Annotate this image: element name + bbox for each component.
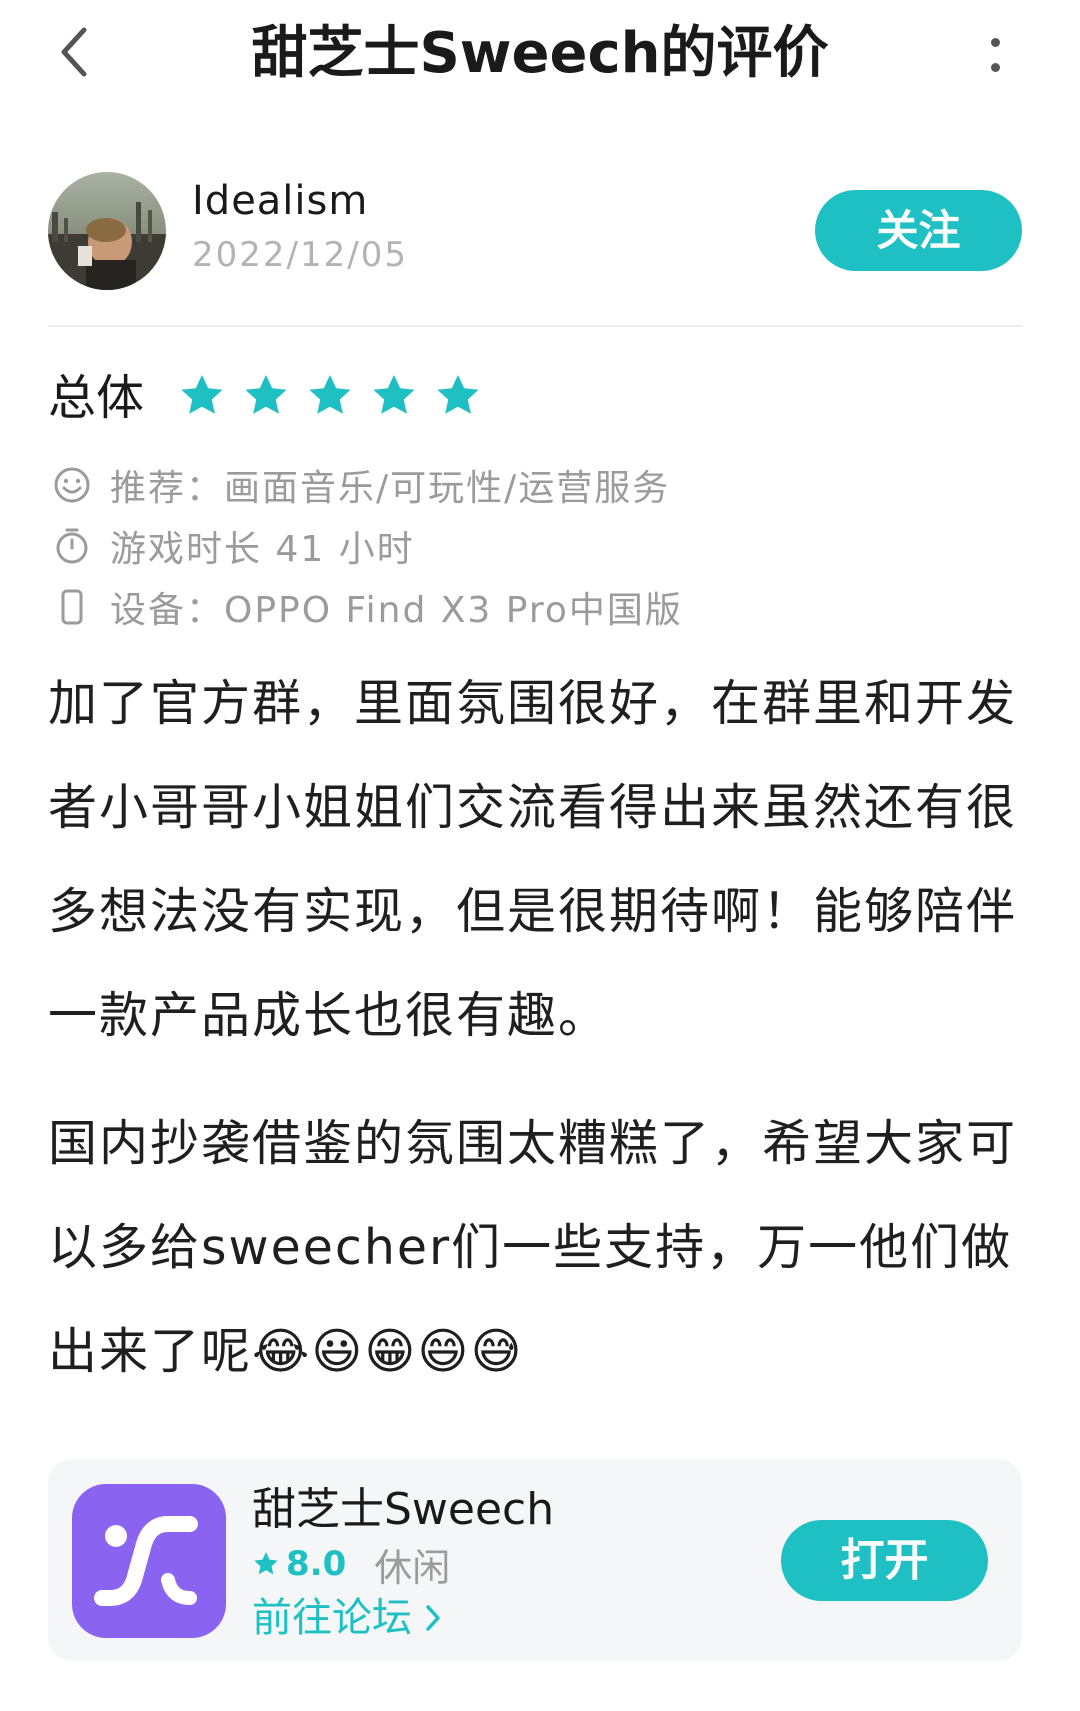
avatar[interactable]: [48, 172, 166, 290]
username[interactable]: Idealism: [192, 178, 368, 224]
back-button[interactable]: [44, 22, 104, 82]
follow-button[interactable]: 关注: [815, 190, 1022, 271]
star-icon: [254, 1552, 278, 1575]
avatar-image: [48, 172, 166, 290]
star-icon: [181, 375, 223, 414]
playtime-text: 游戏时长 41 小时: [110, 529, 415, 570]
overall-rating-label: 总体: [48, 370, 145, 426]
recommend-row: 推荐：画面音乐/可玩性/运营服务: [52, 460, 670, 510]
star-rating: [178, 372, 482, 420]
star-icon: [373, 375, 415, 414]
more-options-button[interactable]: [965, 22, 1025, 88]
divider: [48, 325, 1022, 327]
open-app-button[interactable]: 打开: [781, 1520, 988, 1601]
chevron-left-icon: [61, 27, 87, 77]
review-paragraph: 国内抄袭借鉴的氛围太糟糕了，希望大家可以多给sweecher们一些支持，万一他们…: [48, 1115, 1018, 1380]
playtime-row: 游戏时长 41 小时: [52, 521, 415, 571]
stopwatch-icon: [52, 526, 92, 566]
smile-icon: [52, 465, 92, 505]
recommend-text: 推荐：画面音乐/可玩性/运营服务: [110, 468, 671, 509]
review-paragraph: 加了官方群，里面氛围很好，在群里和开发者小哥哥小姐姐们交流看得出来虽然还有很多想…: [48, 675, 1018, 1044]
forum-link-label: 前往论坛: [252, 1595, 412, 1641]
app-category: 休闲: [374, 1545, 451, 1590]
more-vertical-icon-dot: [990, 63, 1000, 72]
device-text: 设备：OPPO Find X3 Pro中国版: [110, 590, 683, 631]
more-vertical-icon: [990, 38, 1000, 47]
sweech-logo-icon: [94, 1516, 198, 1606]
phone-icon: [52, 587, 92, 627]
star-icon: [245, 375, 287, 414]
app-icon[interactable]: [72, 1484, 226, 1638]
chevron-right-icon: [424, 1603, 442, 1633]
post-date: 2022/12/05: [192, 235, 408, 275]
forum-link[interactable]: 前往论坛: [252, 1592, 442, 1644]
app-rating-row: 8.0 休闲: [252, 1541, 450, 1590]
star-icon: [437, 375, 479, 414]
device-row: 设备：OPPO Find X3 Pro中国版: [52, 582, 683, 632]
page-title: 甜芝士Sweech的评价: [251, 21, 829, 86]
app-name[interactable]: 甜芝士Sweech: [252, 1482, 554, 1538]
app-rating: 8.0: [286, 1544, 347, 1584]
star-icon: [309, 375, 351, 414]
